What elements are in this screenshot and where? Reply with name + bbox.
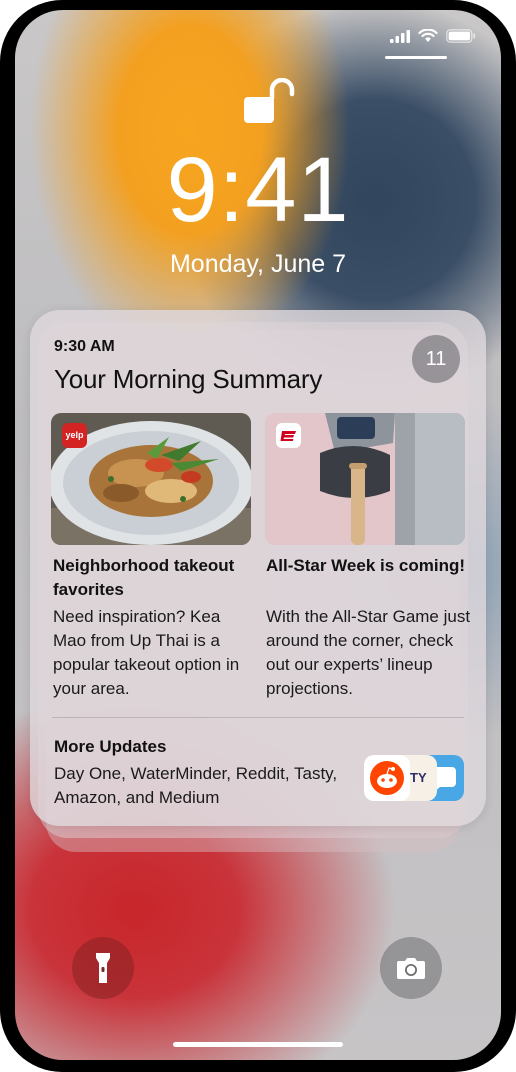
home-indicator[interactable] xyxy=(173,1042,343,1047)
notification-count-badge[interactable]: 11 xyxy=(412,335,460,383)
battery-icon xyxy=(446,29,476,43)
status-bar xyxy=(390,28,476,44)
wifi-icon xyxy=(418,29,438,42)
espn-logo-icon xyxy=(280,431,296,441)
reddit-app-icon xyxy=(364,755,410,801)
camera-button[interactable] xyxy=(380,937,442,999)
espn-app-icon xyxy=(276,423,301,448)
lock-date: Monday, June 7 xyxy=(169,250,347,278)
notification-summary-card[interactable]: 9:30 AM Your Morning Summary 11 yelp Nei… xyxy=(30,310,486,826)
reddit-logo-icon xyxy=(370,761,404,795)
espn-baseball-thumbnail[interactable] xyxy=(265,413,465,545)
unlocked-padlock-icon xyxy=(244,78,295,123)
yelp-logo-text: yelp xyxy=(65,430,84,440)
camera-icon xyxy=(397,958,425,979)
yelp-notification-body: Need inspiration? Kea Mao from Up Thai i… xyxy=(53,607,240,698)
yelp-app-icon: yelp xyxy=(62,423,87,448)
more-updates-apps: Day One, WaterMinder, Reddit, Tasty, Ama… xyxy=(54,764,338,807)
lock-clock: 9:41 xyxy=(166,139,350,241)
status-indicator-bar xyxy=(385,56,447,59)
flashlight-button[interactable] xyxy=(72,937,134,999)
yelp-food-thumbnail[interactable]: yelp xyxy=(51,413,251,545)
espn-notification-body: With the All-Star Game just around the c… xyxy=(266,607,471,698)
yelp-notification-title: Neighborhood takeout favorites xyxy=(53,556,235,599)
flashlight-icon xyxy=(96,953,110,983)
more-updates-title: More Updates xyxy=(54,737,167,756)
summary-divider xyxy=(52,717,464,718)
espn-notification-title: All-Star Week is coming! xyxy=(266,556,466,575)
summary-title: Your Morning Summary xyxy=(54,364,323,394)
cellular-signal-icon xyxy=(390,29,410,43)
summary-time: 9:30 AM xyxy=(54,338,115,355)
